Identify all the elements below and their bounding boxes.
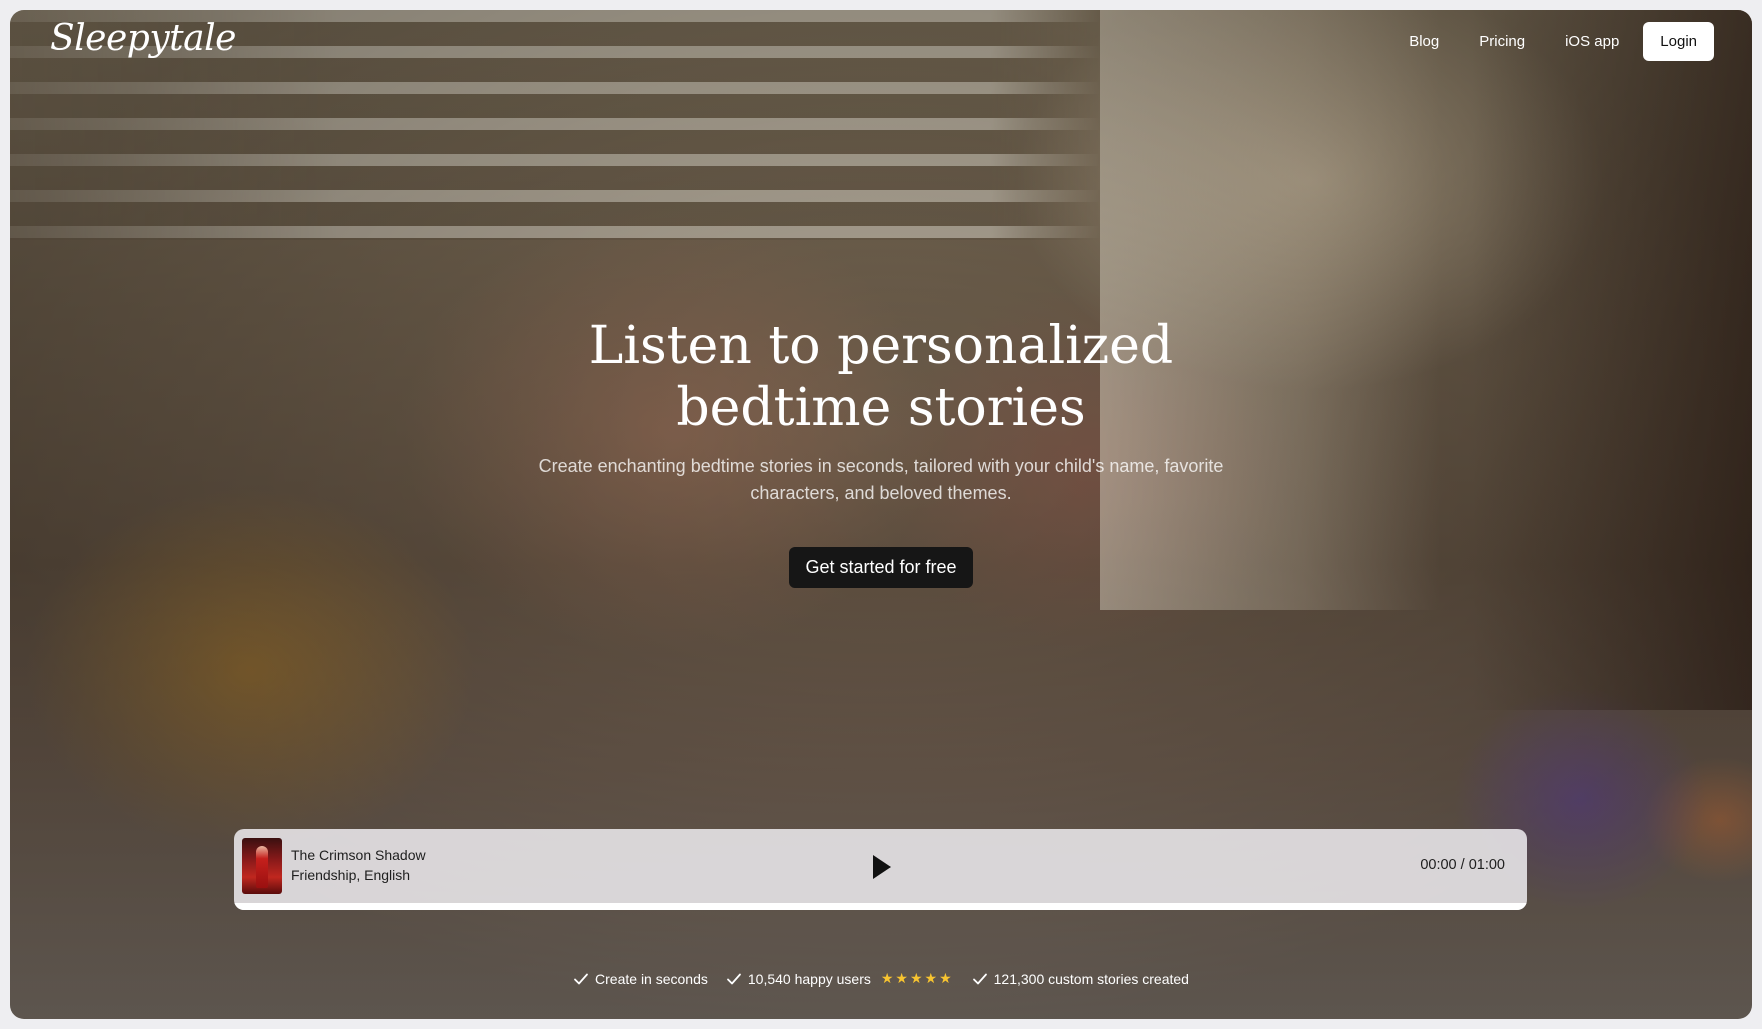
nav-link-pricing[interactable]: Pricing <box>1479 33 1525 50</box>
track-meta: Friendship, English <box>291 867 411 883</box>
rating-stars-icon: ★★★★★ <box>880 970 954 986</box>
check-icon <box>574 973 588 984</box>
playback-time: 00:00 / 01:00 <box>1420 857 1505 873</box>
play-button[interactable] <box>870 853 894 881</box>
hero-content: Listen to personalized bedtime stories C… <box>10 315 1752 588</box>
nav-link-blog[interactable]: Blog <box>1409 33 1439 50</box>
hero-subheadline: Create enchanting bedtime stories in sec… <box>538 456 1224 503</box>
login-button[interactable]: Login <box>1643 22 1714 61</box>
stat-users-label: 10,540 happy users <box>747 970 871 987</box>
story-cover-image <box>242 838 282 894</box>
progress-bar[interactable] <box>234 903 1527 910</box>
stats-bar: Create in seconds 10,540 happy users ★★★… <box>10 970 1752 987</box>
check-icon <box>726 973 741 984</box>
track-title: The Crimson Shadow <box>291 847 426 863</box>
audio-player: The Crimson Shadow Friendship, English 0… <box>234 829 1527 910</box>
hero-headline: Listen to personalized bedtime stories <box>588 316 1174 438</box>
stat-stories-label: 121,300 custom stories created <box>993 970 1189 987</box>
check-icon <box>972 973 987 984</box>
brand-logo[interactable]: Sleepytale <box>50 18 236 59</box>
nav-link-ios-app[interactable]: iOS app <box>1565 33 1619 50</box>
top-nav: Blog Pricing iOS app Login <box>1409 22 1714 61</box>
stat-create: Create in seconds <box>573 970 708 987</box>
get-started-button[interactable]: Get started for free <box>789 547 973 588</box>
stat-users: 10,540 happy users ★★★★★ <box>726 970 954 987</box>
hero-section: Sleepytale Blog Pricing iOS app Login Li… <box>10 10 1752 1019</box>
play-icon <box>873 855 891 879</box>
stat-stories: 121,300 custom stories created <box>972 970 1189 987</box>
stat-create-label: Create in seconds <box>595 970 708 987</box>
